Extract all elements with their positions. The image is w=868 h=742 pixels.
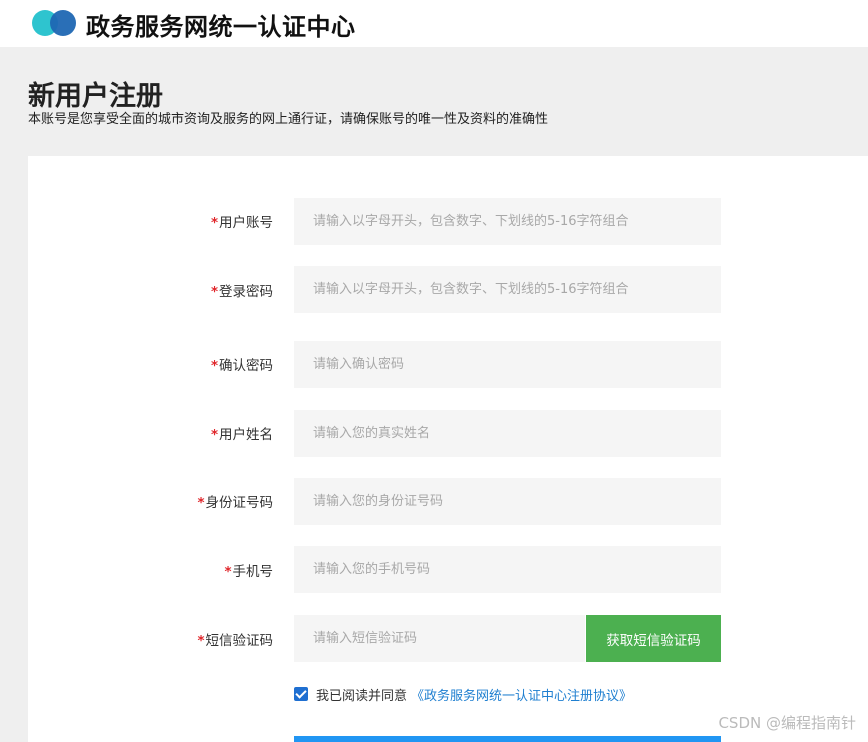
confirm-password-label: *确认密码 <box>210 358 273 374</box>
phone-label: *手机号 <box>224 564 273 580</box>
real-name-input[interactable] <box>294 410 721 457</box>
real-name-label: *用户姓名 <box>210 427 273 443</box>
agreement-row: 我已阅读并同意 《政务服务网统一认证中心注册协议》 <box>294 684 632 704</box>
password-input[interactable] <box>294 266 721 313</box>
submit-button[interactable] <box>294 736 721 742</box>
agreement-link[interactable]: 《政务服务网统一认证中心注册协议》 <box>411 685 632 704</box>
sms-code-label: *短信验证码 <box>197 633 273 649</box>
watermark: CSDN @编程指南针 <box>718 714 856 732</box>
two-circles-logo-icon <box>32 10 78 36</box>
page-subtitle: 本账号是您享受全面的城市资询及服务的网上通行证，请确保账号的唯一性及资料的准确性 <box>28 112 549 127</box>
confirm-password-input[interactable] <box>294 341 721 388</box>
username-label: *用户账号 <box>210 215 273 231</box>
id-number-label: *身份证号码 <box>197 495 273 511</box>
top-header: 政务服务网统一认证中心 <box>0 0 868 47</box>
password-label: *登录密码 <box>210 284 273 300</box>
agreement-checkbox[interactable] <box>294 687 308 701</box>
get-sms-code-button[interactable]: 获取短信验证码 <box>586 615 721 662</box>
username-input[interactable] <box>294 198 721 245</box>
agreement-text: 我已阅读并同意 <box>316 688 408 704</box>
site-title: 政务服务网统一认证中心 <box>86 13 356 41</box>
sms-code-input[interactable] <box>294 615 585 662</box>
phone-input[interactable] <box>294 546 721 593</box>
id-number-input[interactable] <box>294 478 721 525</box>
